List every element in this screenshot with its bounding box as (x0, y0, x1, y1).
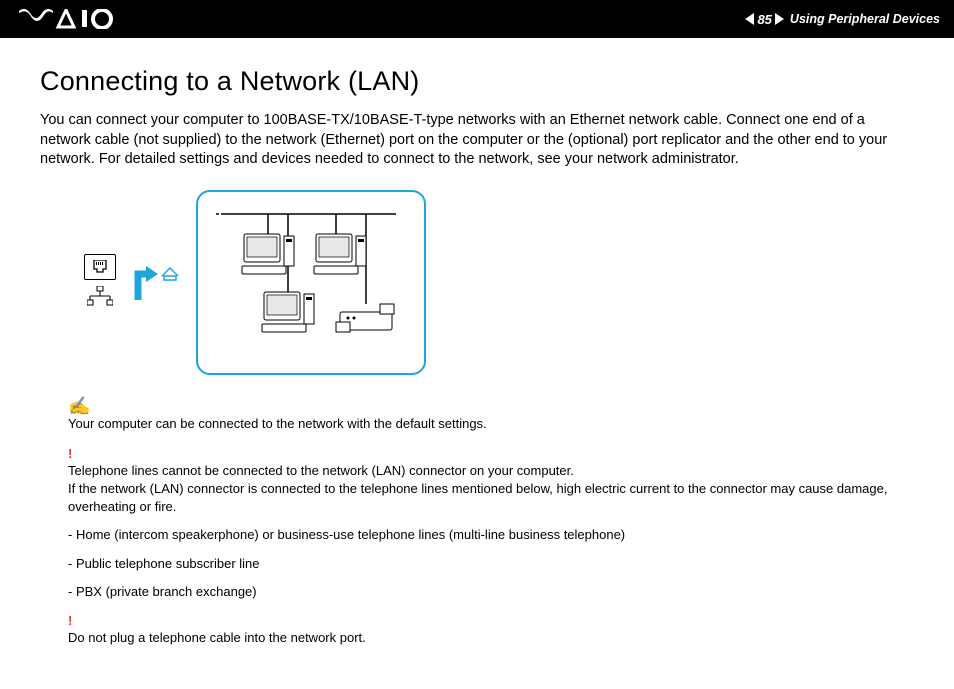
vaio-logo (18, 9, 126, 29)
arrow-plug-icon (130, 260, 182, 304)
intro-text: You can connect your computer to 100BASE… (40, 111, 914, 170)
network-figure (84, 190, 914, 375)
warning1-line2: If the network (LAN) connector is connec… (68, 481, 887, 514)
header-bar: 85 Using Peripheral Devices (0, 0, 954, 38)
warning-icon: ! (68, 446, 914, 462)
ethernet-port-icon (84, 254, 116, 280)
section-title: Using Peripheral Devices (790, 12, 940, 26)
page-nav: 85 (745, 12, 783, 27)
page-number: 85 (757, 12, 771, 27)
note-block: ✍ Your computer can be connected to the … (68, 397, 914, 433)
note-text: Your computer can be connected to the ne… (68, 416, 487, 431)
page-title: Connecting to a Network (LAN) (40, 66, 914, 97)
warning1-line1: Telephone lines cannot be connected to t… (68, 463, 574, 478)
warning1-list: Home (intercom speakerphone) or business… (68, 526, 914, 601)
warning2-text: Do not plug a telephone cable into the n… (68, 630, 366, 645)
warning-block-2: ! Do not plug a telephone cable into the… (68, 613, 914, 647)
warning1-item: PBX (private branch exchange) (68, 583, 914, 601)
next-page-icon[interactable] (775, 13, 784, 25)
page-content: Connecting to a Network (LAN) You can co… (0, 38, 954, 689)
prev-page-icon[interactable] (745, 13, 754, 25)
lan-symbol-icon (87, 286, 113, 311)
note-icon: ✍ (68, 397, 914, 415)
warning1-item: Home (intercom speakerphone) or business… (68, 526, 914, 544)
network-diagram-box (196, 190, 426, 375)
warning1-item: Public telephone subscriber line (68, 555, 914, 573)
warning-block-1: ! Telephone lines cannot be connected to… (68, 446, 914, 601)
warning-icon: ! (68, 613, 914, 629)
